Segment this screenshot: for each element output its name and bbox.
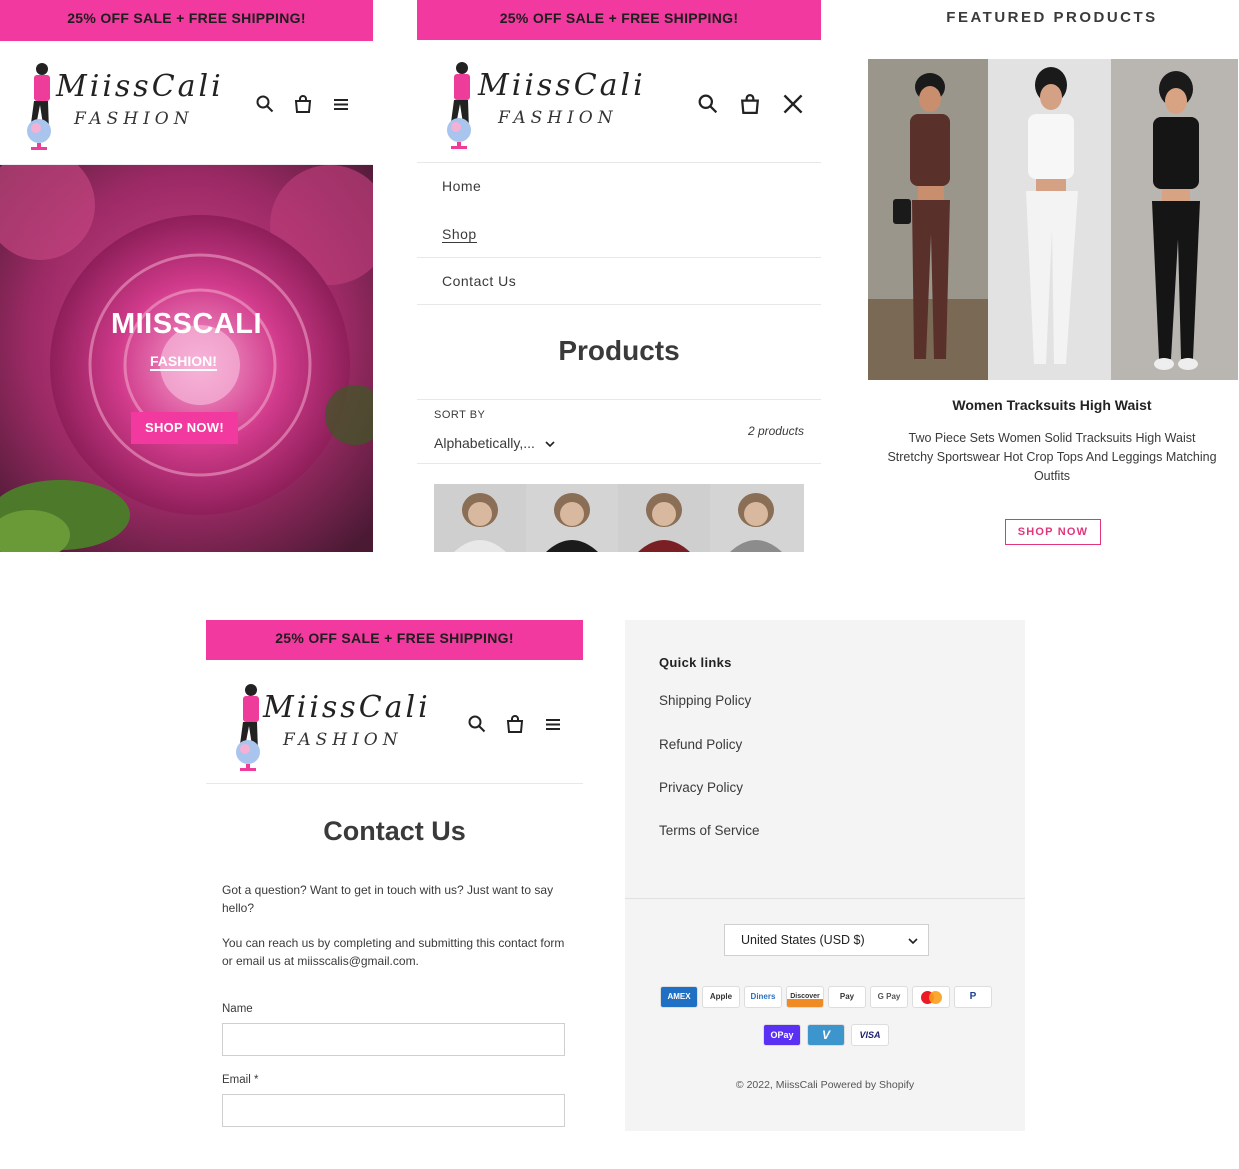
site-header: MiissCali FASHION [417,40,821,163]
tracksuit-product-image [868,59,1238,380]
footer-link-privacy[interactable]: Privacy Policy [659,780,743,795]
diners-icon: Diners [744,986,782,1008]
search-icon[interactable] [698,94,718,114]
hero-title: MIISSCALI [110,308,263,340]
featured-heading: FEATURED PRODUCTS [946,9,1158,26]
logo-wordmark: MiissCali [56,69,224,104]
hero-banner: MIISSCALI FASHION! SHOP NOW! [0,165,373,552]
logo-wordmark: MiissCali [478,68,646,103]
sort-bar: SORT BY Alphabetically,... 2 products [417,399,821,464]
nav-item-shop-row: Shop [417,210,821,258]
logo-subtitle: FASHION [498,108,618,128]
hero-subtitle[interactable]: FASHION! [150,353,217,371]
mobile-nav: Home Shop Contact Us [417,163,821,305]
home-screen: 25% OFF SALE + FREE SHIPPING! MiissCali … [0,0,373,552]
contact-intro-2: You can reach us by completing and submi… [222,936,565,968]
footer-link-terms[interactable]: Terms of Service [659,823,760,838]
site-logo[interactable]: MiissCali FASHION [231,682,428,774]
featured-product-title[interactable]: Women Tracksuits High Waist [865,397,1239,413]
google-pay-icon: G Pay [870,986,908,1008]
header-icons [468,715,562,733]
amex-icon: AMEX [660,986,698,1008]
announcement-bar[interactable]: 25% OFF SALE + FREE SHIPPING! [417,0,821,40]
sort-label: SORT BY [434,409,486,421]
featured-product-description: Two Piece Sets Women Solid Tracksuits Hi… [887,431,1217,483]
nav-item-shop[interactable]: Shop [442,226,477,243]
header-icons [698,93,804,115]
cart-icon[interactable] [294,95,312,113]
shop-pay-icon: Pay [828,986,866,1008]
venmo-icon: V [807,1024,845,1046]
site-logo[interactable]: MiissCali FASHION [442,60,643,152]
close-icon[interactable] [782,93,804,115]
payment-icons: AMEX Apple Pay Diners Discover Pay G Pay… [656,986,996,1046]
quick-links-heading: Quick links [659,655,732,670]
cart-icon[interactable] [740,94,760,114]
logo-figure-icon [447,62,471,149]
mastercard-icon [912,986,950,1008]
footer-divider [625,898,1025,899]
footer-link-shipping[interactable]: Shipping Policy [659,693,751,708]
hero-shop-now-button[interactable]: SHOP NOW! [131,412,238,444]
product-thumbnail-image [434,484,804,552]
product-image-strip[interactable] [434,484,804,552]
search-icon[interactable] [468,715,486,733]
contact-intro-1: Got a question? Want to get in touch wit… [222,883,554,915]
email-label: Email * [222,1074,259,1086]
product-count: 2 products [747,424,804,438]
nav-item-home[interactable]: Home [417,163,821,210]
chevron-down-icon [545,441,555,448]
announcement-bar[interactable]: 25% OFF SALE + FREE SHIPPING! [0,0,373,41]
footer-screen: Quick links Shipping Policy Refund Polic… [625,620,1025,1131]
menu-icon[interactable] [544,715,562,733]
logo-figure-icon [27,63,51,150]
sort-select-value: Alphabetically,... [434,435,535,451]
page-title: Products [558,335,680,366]
nav-item-contact[interactable]: Contact Us [417,258,821,305]
logo-subtitle: FASHION [74,109,194,129]
logo-wordmark: MiissCali [263,690,431,725]
name-field[interactable] [222,1023,565,1056]
mastercard-yellow-circle [929,991,942,1004]
logo-figure-icon [236,684,260,771]
currency-value: United States (USD $) [741,933,865,947]
chevron-down-icon [908,938,918,945]
menu-screen: 25% OFF SALE + FREE SHIPPING! MiissCali … [417,0,821,552]
logo-subtitle: FASHION [283,730,403,750]
featured-screen: FEATURED PRODUCTS Women Tracksuits High … [865,0,1239,552]
footer-link-refund[interactable]: Refund Policy [659,737,742,752]
name-label: Name [222,1003,253,1015]
copyright-text: © 2022, MiissCali Powered by Shopify [735,1079,915,1091]
opay-icon: OPay [763,1024,801,1046]
discover-icon: Discover [786,986,824,1008]
email-field[interactable] [222,1094,565,1127]
featured-shop-now-button[interactable]: SHOP NOW [1005,519,1101,545]
paypal-icon: P [954,986,992,1008]
contact-screen: 25% OFF SALE + FREE SHIPPING! MiissCali … [206,620,583,1169]
announcement-bar[interactable]: 25% OFF SALE + FREE SHIPPING! [206,620,583,660]
search-icon[interactable] [256,95,274,113]
menu-icon[interactable] [332,95,350,113]
header-icons [256,95,350,113]
currency-selector[interactable]: United States (USD $) [724,924,929,956]
site-header: MiissCali FASHION [0,41,373,165]
apple-pay-icon: Apple Pay [702,986,740,1008]
visa-icon: VISA [851,1024,889,1046]
sort-select[interactable]: Alphabetically,... [434,435,555,451]
site-logo[interactable]: MiissCali FASHION [22,61,221,153]
cart-icon[interactable] [506,715,524,733]
site-header: MiissCali FASHION [206,660,583,784]
page-title: Contact Us [323,816,466,846]
featured-product-image[interactable] [868,59,1238,380]
